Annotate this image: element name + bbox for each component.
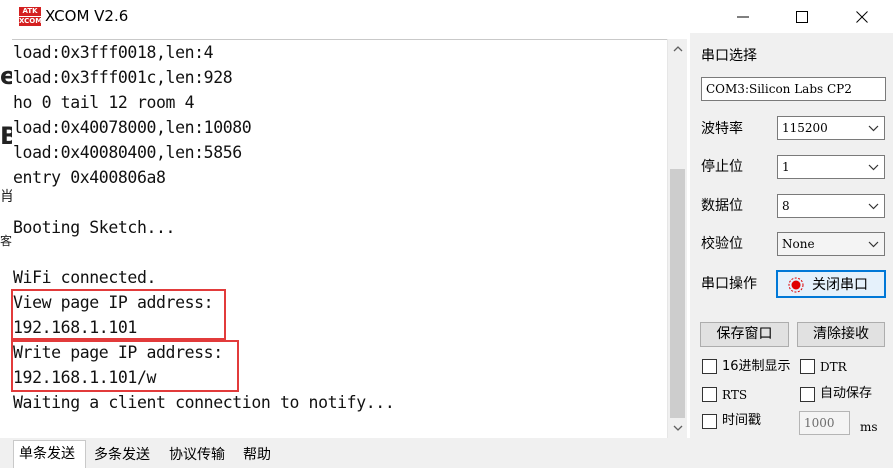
receive-line: ho 0 tail 12 room 4 (13, 93, 195, 112)
chevron-down-icon (868, 241, 879, 248)
rts-label: RTS (722, 388, 748, 402)
timestamp-unit-label: ms (860, 420, 878, 434)
app-logo: ATK XCOM (19, 7, 43, 27)
logo-text-bottom: XCOM (19, 17, 43, 26)
baud-rate-value: 115200 (782, 121, 828, 135)
chevron-up-icon (673, 46, 683, 52)
chevron-down-icon (868, 164, 879, 171)
scroll-up-button[interactable] (668, 39, 688, 59)
close-port-button[interactable]: 关闭串口 (776, 270, 886, 298)
scroll-thumb[interactable] (670, 169, 685, 418)
title-bar: ATK XCOM XCOM V2.6 (0, 0, 893, 33)
save-window-button[interactable]: 保存窗口 (700, 322, 789, 347)
send-tabs: 单条发送 多条发送 协议传输 帮助 (0, 438, 690, 468)
stop-bits-label: 停止位 (701, 159, 743, 175)
logo-text-top: ATK (19, 7, 41, 16)
tab-multi-send[interactable]: 多条发送 (89, 443, 162, 468)
close-port-button-label: 关闭串口 (812, 277, 868, 293)
port-operation-label: 串口操作 (701, 276, 757, 292)
chevron-down-icon (868, 203, 879, 210)
data-bits-label: 数据位 (701, 198, 743, 214)
parity-select[interactable]: None (777, 232, 885, 256)
scroll-down-button[interactable] (668, 418, 688, 438)
timestamp-interval-value: 1000 (804, 416, 835, 430)
highlight-box-view-page (11, 289, 226, 340)
background-page-fragment: 肖 (0, 186, 12, 208)
port-status-indicator-icon (788, 277, 804, 293)
close-icon (856, 11, 868, 23)
receive-line: load:0x3fff001c,len:928 (13, 68, 233, 87)
timestamp-label: 时间戳 (722, 413, 762, 428)
clear-receive-button[interactable]: 清除接收 (797, 322, 885, 347)
highlight-box-write-page (11, 340, 239, 392)
receive-line: load:0x40080400,len:5856 (13, 143, 242, 162)
background-page-fragment: e (0, 62, 12, 96)
hex-display-checkbox[interactable] (702, 359, 717, 374)
receive-line: WiFi connected. (13, 268, 157, 287)
hex-display-label: 16进制显示 (722, 359, 791, 374)
receive-line: Booting Sketch... (13, 218, 176, 237)
chevron-down-icon (673, 425, 683, 431)
timestamp-checkbox[interactable] (702, 414, 717, 429)
maximize-button[interactable] (771, 0, 833, 33)
baud-rate-select[interactable]: 115200 (777, 116, 885, 140)
tab-single-send[interactable]: 单条发送 (13, 440, 86, 468)
minimize-button[interactable] (712, 0, 774, 33)
auto-save-label: 自动保存 (820, 386, 873, 401)
port-select-value: COM3:Silicon Labs CP2 (706, 82, 852, 96)
stop-bits-select[interactable]: 1 (777, 155, 885, 179)
maximize-icon (796, 11, 808, 23)
background-page-fragment: B (0, 122, 12, 156)
data-bits-select[interactable]: 8 (777, 194, 885, 218)
tab-help[interactable]: 帮助 (238, 443, 283, 468)
dtr-label: DTR (820, 360, 847, 374)
minimize-icon (737, 16, 749, 18)
receive-line: entry 0x400806a8 (13, 168, 166, 187)
data-bits-value: 8 (782, 199, 790, 213)
chevron-down-icon (868, 125, 879, 132)
vertical-scrollbar[interactable] (667, 39, 687, 438)
parity-value: None (782, 237, 815, 251)
serial-settings-panel: 串口选择 COM3:Silicon Labs CP2 波特率 115200 停止… (690, 33, 893, 468)
stop-bits-value: 1 (782, 160, 790, 174)
receive-line: load:0x3fff0018,len:4 (13, 43, 214, 62)
window-title: XCOM V2.6 (45, 7, 129, 25)
background-page-fragment: 客 (0, 232, 12, 252)
parity-label: 校验位 (701, 236, 743, 252)
port-select-label: 串口选择 (701, 48, 757, 64)
dtr-checkbox[interactable] (800, 359, 815, 374)
tab-protocol-transfer[interactable]: 协议传输 (164, 443, 237, 468)
close-window-button[interactable] (831, 0, 893, 33)
receive-line: load:0x40078000,len:10080 (13, 118, 252, 137)
port-select[interactable]: COM3:Silicon Labs CP2 (701, 77, 886, 101)
receive-line: Waiting a client connection to notify... (13, 393, 395, 412)
timestamp-interval-input[interactable]: 1000 (799, 411, 850, 435)
rts-checkbox[interactable] (702, 387, 717, 402)
auto-save-checkbox[interactable] (800, 387, 815, 402)
baud-rate-label: 波特率 (701, 121, 743, 137)
